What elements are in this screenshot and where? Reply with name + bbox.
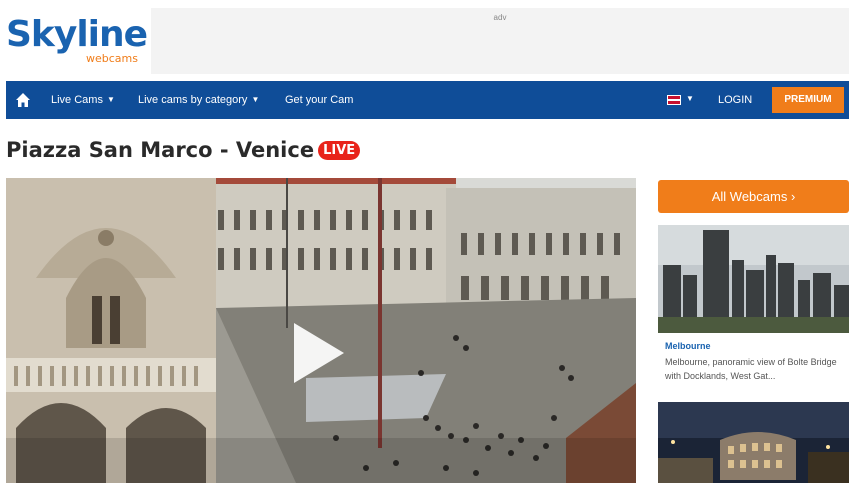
nav-live-cams[interactable]: Live Cams ▼ bbox=[51, 94, 115, 106]
ad-banner[interactable]: adv bbox=[151, 8, 849, 74]
nav-category-label: Live cams by category bbox=[138, 94, 248, 106]
chevron-down-icon[interactable]: ▼ bbox=[686, 94, 694, 103]
chevron-down-icon: ▼ bbox=[251, 95, 260, 104]
logo-text: Skyline bbox=[6, 14, 148, 55]
video-player[interactable] bbox=[6, 178, 636, 483]
melbourne-card-title[interactable]: Melbourne bbox=[665, 341, 711, 351]
premium-button[interactable]: PREMIUM bbox=[772, 87, 844, 113]
chevron-down-icon: ▼ bbox=[106, 95, 115, 104]
nav-live-cams-label: Live Cams bbox=[51, 94, 103, 106]
ad-label: adv bbox=[493, 13, 507, 22]
login-link[interactable]: LOGIN bbox=[718, 94, 752, 106]
nav-get-your-cam[interactable]: Get your Cam bbox=[285, 94, 353, 106]
skyline-logo[interactable]: Skyline webcams bbox=[6, 12, 148, 72]
melbourne-card-description: Melbourne, panoramic view of Bolte Bridg… bbox=[665, 357, 837, 381]
main-nav: Live Cams ▼ Live cams by category ▼ Get yo… bbox=[6, 81, 849, 119]
rome-colosseum-thumbnail[interactable] bbox=[658, 402, 849, 483]
uk-flag-icon[interactable] bbox=[667, 95, 681, 105]
page-title: Piazza San Marco - Venice LIVE bbox=[6, 138, 361, 162]
play-icon[interactable] bbox=[289, 318, 349, 388]
logo-subtext: webcams bbox=[86, 52, 138, 65]
melbourne-thumbnail[interactable] bbox=[658, 225, 849, 333]
home-icon[interactable] bbox=[15, 92, 31, 108]
nav-live-cams-by-category[interactable]: Live cams by category ▼ bbox=[138, 94, 259, 106]
nav-get-cam-label: Get your Cam bbox=[285, 94, 354, 106]
live-badge: LIVE bbox=[318, 141, 361, 160]
all-webcams-button[interactable]: All Webcams › bbox=[658, 180, 849, 213]
page-title-text: Piazza San Marco - Venice bbox=[6, 138, 315, 162]
